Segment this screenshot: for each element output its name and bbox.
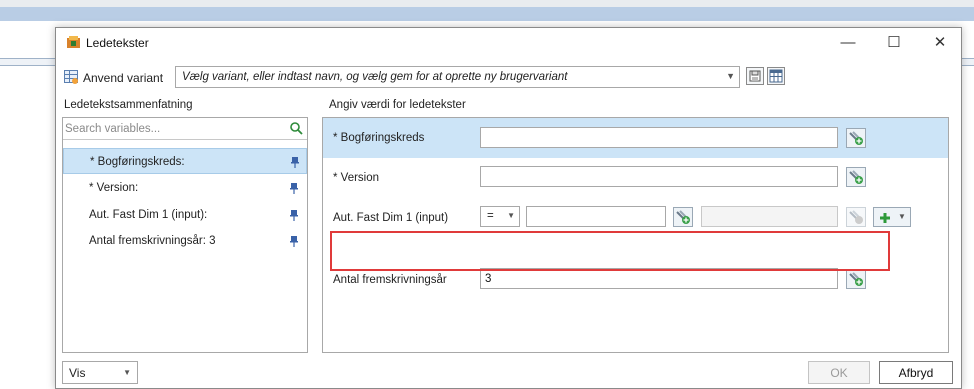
pin-icon[interactable]	[289, 182, 299, 194]
list-item[interactable]: * Version:	[63, 175, 307, 201]
window-title: Ledetekster	[86, 36, 149, 50]
pin-icon[interactable]	[289, 209, 299, 221]
list-item[interactable]: Aut. Fast Dim 1 (input):	[63, 202, 307, 228]
manage-variants-button[interactable]	[767, 67, 785, 85]
add-icon	[880, 213, 890, 223]
lookup-icon	[849, 170, 863, 184]
prompt-value-input[interactable]	[480, 166, 838, 187]
ok-button[interactable]: OK	[808, 361, 870, 384]
view-select-label: Vis	[69, 366, 86, 380]
lookup-icon	[849, 210, 863, 224]
maximize-button[interactable]: ☐	[872, 28, 916, 56]
apply-variant-label: Anvend variant	[83, 71, 164, 85]
lookup-button-disabled	[846, 207, 866, 227]
search-icon[interactable]	[289, 121, 303, 135]
prompt-label: Aut. Fast Dim 1 (input)	[333, 212, 449, 224]
prompt-value-input-to[interactable]	[701, 206, 838, 227]
chevron-down-icon[interactable]: ▼	[726, 71, 735, 81]
prompt-label: * Bogføringskreds	[333, 132, 425, 144]
prompt-summary-panel: * Bogføringskreds: * Version: Aut. Fast …	[62, 117, 308, 353]
prompt-label: * Version	[333, 172, 380, 184]
variant-combo-text: Vælg variant, eller indtast navn, og væl…	[182, 71, 568, 83]
lookup-icon	[676, 210, 690, 224]
list-item[interactable]: Antal fremskrivningsår: 3	[63, 228, 307, 254]
chevron-down-icon: ▼	[507, 211, 515, 220]
operator-select[interactable]: = ▼	[480, 206, 520, 227]
chevron-down-icon: ▼	[123, 368, 131, 377]
values-heading: Angiv værdi for ledetekster	[329, 99, 466, 111]
search-box	[63, 118, 307, 140]
variant-combo[interactable]: Vælg variant, eller indtast navn, og væl…	[175, 66, 740, 88]
list-item[interactable]: * Bogføringskreds:	[63, 148, 307, 174]
prompt-value-input[interactable]	[480, 127, 838, 148]
save-variant-button[interactable]	[746, 67, 764, 85]
grid-icon	[769, 69, 783, 83]
list-item-label: Aut. Fast Dim 1 (input):	[89, 209, 208, 221]
pin-icon[interactable]	[290, 156, 300, 168]
minimize-button[interactable]: —	[826, 28, 870, 56]
save-icon	[749, 70, 761, 82]
summary-heading: Ledetekstsammenfatning	[64, 99, 193, 111]
prompt-label: Antal fremskrivningsår	[333, 274, 447, 286]
background-top-strip	[0, 0, 974, 7]
pin-icon[interactable]	[289, 235, 299, 247]
lookup-button[interactable]	[846, 269, 866, 289]
prompt-value-input[interactable]	[526, 206, 666, 227]
prompt-value-input[interactable]	[480, 268, 838, 289]
lookup-icon	[849, 272, 863, 286]
prompts-dialog: Ledetekster — ☐ ✕ Anvend variant Vælg va…	[55, 27, 962, 389]
chevron-down-icon: ▼	[898, 212, 906, 221]
cancel-button[interactable]: Afbryd	[879, 361, 953, 384]
list-item-label: * Version:	[89, 182, 139, 194]
background-blue-band	[0, 7, 974, 21]
add-condition-button[interactable]: ▼	[873, 207, 911, 227]
list-item-label: Antal fremskrivningsår: 3	[89, 235, 216, 247]
list-item-label: * Bogføringskreds:	[90, 156, 185, 168]
close-button[interactable]: ✕	[918, 28, 962, 56]
search-input[interactable]	[65, 120, 287, 138]
variant-row: Anvend variant Vælg variant, eller indta…	[64, 66, 954, 90]
view-select[interactable]: Vis ▼	[62, 361, 138, 384]
operator-value: =	[487, 210, 494, 222]
lookup-icon	[849, 131, 863, 145]
lookup-button[interactable]	[846, 128, 866, 148]
highlight-annotation	[330, 231, 890, 271]
app-icon	[67, 36, 80, 48]
lookup-button[interactable]	[846, 167, 866, 187]
lookup-button[interactable]	[673, 207, 693, 227]
title-bar[interactable]: Ledetekster — ☐ ✕	[56, 28, 961, 56]
variant-icon	[64, 70, 78, 84]
